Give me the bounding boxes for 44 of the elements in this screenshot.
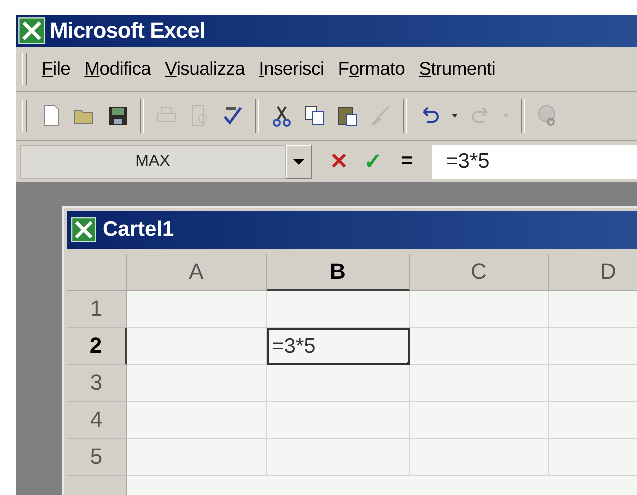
column-header[interactable]: C [410, 254, 549, 291]
edit-formula-button[interactable]: = [390, 144, 424, 178]
menu-item[interactable]: Visualizza [158, 58, 252, 80]
dropdown-arrow-icon [292, 158, 306, 166]
menu-item[interactable]: Formato [331, 58, 412, 80]
menu-item[interactable]: File [35, 58, 78, 80]
table-cell[interactable] [127, 328, 267, 365]
table-cell[interactable] [410, 439, 549, 476]
table-cell[interactable] [127, 365, 267, 402]
row-header[interactable]: 4 [67, 402, 127, 439]
table-cell[interactable] [410, 291, 549, 328]
column-header[interactable]: A [127, 254, 267, 291]
formula-input[interactable]: =3*5 [432, 144, 637, 178]
cancel-button[interactable]: ✕ [322, 144, 356, 178]
column-header[interactable]: B [267, 254, 410, 291]
table-cell[interactable] [267, 402, 410, 439]
table-cell[interactable] [127, 291, 267, 328]
window-title: Microsoft Excel [50, 18, 206, 44]
table-cell[interactable] [410, 365, 549, 402]
dropdown-arrow-icon [450, 113, 460, 119]
column-header[interactable]: D [549, 254, 637, 291]
dropdown-arrow-icon [501, 113, 511, 119]
menu-item[interactable]: Modifica [78, 58, 158, 80]
table-cell[interactable] [267, 291, 410, 328]
table-cell[interactable] [410, 328, 549, 365]
copy-icon [302, 104, 326, 128]
menu-item[interactable]: Strumenti [412, 58, 503, 80]
row-header[interactable]: 2 [67, 328, 127, 365]
active-cell[interactable]: =3*5 [267, 328, 410, 365]
workbook-title: Cartel1 [103, 218, 174, 242]
select-all-corner[interactable] [67, 254, 127, 291]
table-cell[interactable] [127, 402, 267, 439]
table-cell[interactable] [267, 439, 410, 476]
name-box-dropdown[interactable] [286, 144, 312, 178]
row-header[interactable]: 5 [67, 439, 127, 476]
name-box[interactable]: MAX [20, 144, 286, 178]
spreadsheet-icon [71, 217, 97, 243]
row-header[interactable]: 1 [67, 291, 127, 328]
menu-item[interactable]: Inserisci [252, 58, 332, 80]
row-header[interactable]: 3 [67, 365, 127, 402]
table-cell[interactable] [267, 365, 410, 402]
table-cell[interactable] [127, 439, 267, 476]
table-cell[interactable] [410, 402, 549, 439]
spreadsheet-icon [18, 17, 46, 45]
